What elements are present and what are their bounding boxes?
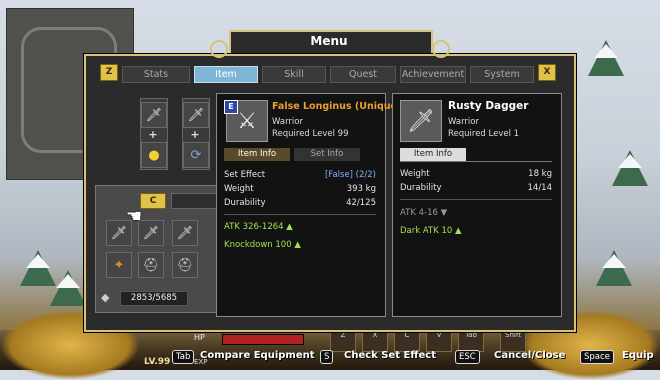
divider	[400, 199, 552, 200]
equipped-badge: E	[224, 100, 238, 114]
ornament-right-icon	[432, 40, 450, 58]
gold-counter: 2853/5685	[120, 291, 188, 306]
snow-tree-decoration	[612, 150, 648, 186]
plus-icon: +	[190, 128, 200, 141]
inventory-slot[interactable]: ⛑	[172, 252, 198, 278]
compared-durability-row: Durability 14/14	[400, 183, 552, 193]
menu-title: Menu	[310, 34, 348, 48]
snow-tree-decoration	[50, 270, 86, 306]
tab-item[interactable]: Item	[194, 66, 258, 83]
hand-cursor-icon: ☚	[126, 206, 143, 227]
cancel-close-hint: Cancel/Close	[494, 350, 566, 361]
equipped-item-name: False Longinus (Unique)	[272, 101, 402, 112]
player-level: LV.99	[144, 357, 171, 367]
knockdown-bonus: Knockdown 100 ▲	[224, 240, 301, 250]
compared-item-name: Rusty Dagger	[448, 100, 529, 112]
tab-skill[interactable]: Skill	[262, 66, 326, 83]
divider	[400, 161, 552, 162]
skill-slot-v[interactable]: V	[426, 330, 452, 352]
compared-tab-item-info[interactable]: Item Info	[400, 148, 466, 161]
skill-slot-shift[interactable]: Shift	[500, 330, 526, 352]
esc-key[interactable]: ESC	[455, 350, 480, 364]
tab-set-info[interactable]: Set Info	[294, 148, 360, 161]
swirl-slot[interactable]: ⟳	[183, 142, 209, 168]
divider	[224, 214, 376, 215]
tab-item-info[interactable]: Item Info	[224, 148, 290, 161]
plus-icon: +	[148, 128, 158, 141]
s-key[interactable]: S	[320, 350, 334, 364]
skill-slot-c[interactable]: C	[394, 330, 420, 352]
compared-item-req-level: Required Level 1	[448, 129, 520, 139]
equipped-item-req-level: Required Level 99	[272, 129, 349, 139]
category-key[interactable]: C	[140, 193, 166, 209]
inventory-slot[interactable]: ⛑	[138, 252, 164, 278]
ornament-left-icon	[210, 40, 228, 58]
sub-weapon-slot[interactable]: 🗡	[183, 102, 209, 128]
tab-key[interactable]: Tab	[172, 350, 195, 364]
set-effect-row: Set Effect [False] (2/2)	[224, 170, 376, 180]
check-set-effect-hint: Check Set Effect	[344, 350, 436, 361]
compared-dark-atk-bonus: Dark ATK 10 ▲	[400, 226, 462, 236]
inventory-slot[interactable]: ✦	[106, 252, 132, 278]
tab-quest[interactable]: Quest	[330, 66, 396, 83]
tab-achievement[interactable]: Achievement	[400, 66, 466, 83]
weapon-slot[interactable]: 🗡	[141, 102, 167, 128]
snow-tree-decoration	[588, 40, 624, 76]
compared-weight-row: Weight 18 kg	[400, 169, 552, 179]
compared-atk-bonus: ATK 4-16 ▼	[400, 208, 448, 218]
durability-row: Durability 42/125	[224, 198, 376, 208]
hp-label: HP	[194, 333, 205, 342]
equip-hint: Equip	[622, 350, 654, 361]
snow-tree-decoration	[596, 250, 632, 286]
skill-slot-z[interactable]: Z	[330, 330, 356, 352]
space-key[interactable]: Space	[580, 350, 614, 364]
hp-bar	[222, 334, 304, 345]
compare-equipment-hint: Compare Equipment	[200, 350, 315, 361]
compared-item-class: Warrior	[448, 117, 479, 127]
orb-slot[interactable]: ●	[141, 142, 167, 168]
money-bag-icon: ◆	[101, 291, 110, 304]
skill-slot-x[interactable]: X	[362, 330, 388, 352]
inventory-slot[interactable]: 🗡	[172, 220, 198, 246]
dagger-icon: 🗡	[400, 100, 442, 142]
equipped-item-class: Warrior	[272, 117, 303, 127]
weight-row: Weight 393 kg	[224, 184, 376, 194]
tab-stats[interactable]: Stats	[122, 66, 190, 83]
prev-tab-key[interactable]: Z	[100, 64, 118, 81]
tab-system[interactable]: System	[470, 66, 534, 83]
next-tab-key[interactable]: X	[538, 64, 556, 81]
atk-bonus: ATK 326-1264 ▲	[224, 222, 293, 232]
skill-slot-tab[interactable]: Tab	[458, 330, 484, 352]
